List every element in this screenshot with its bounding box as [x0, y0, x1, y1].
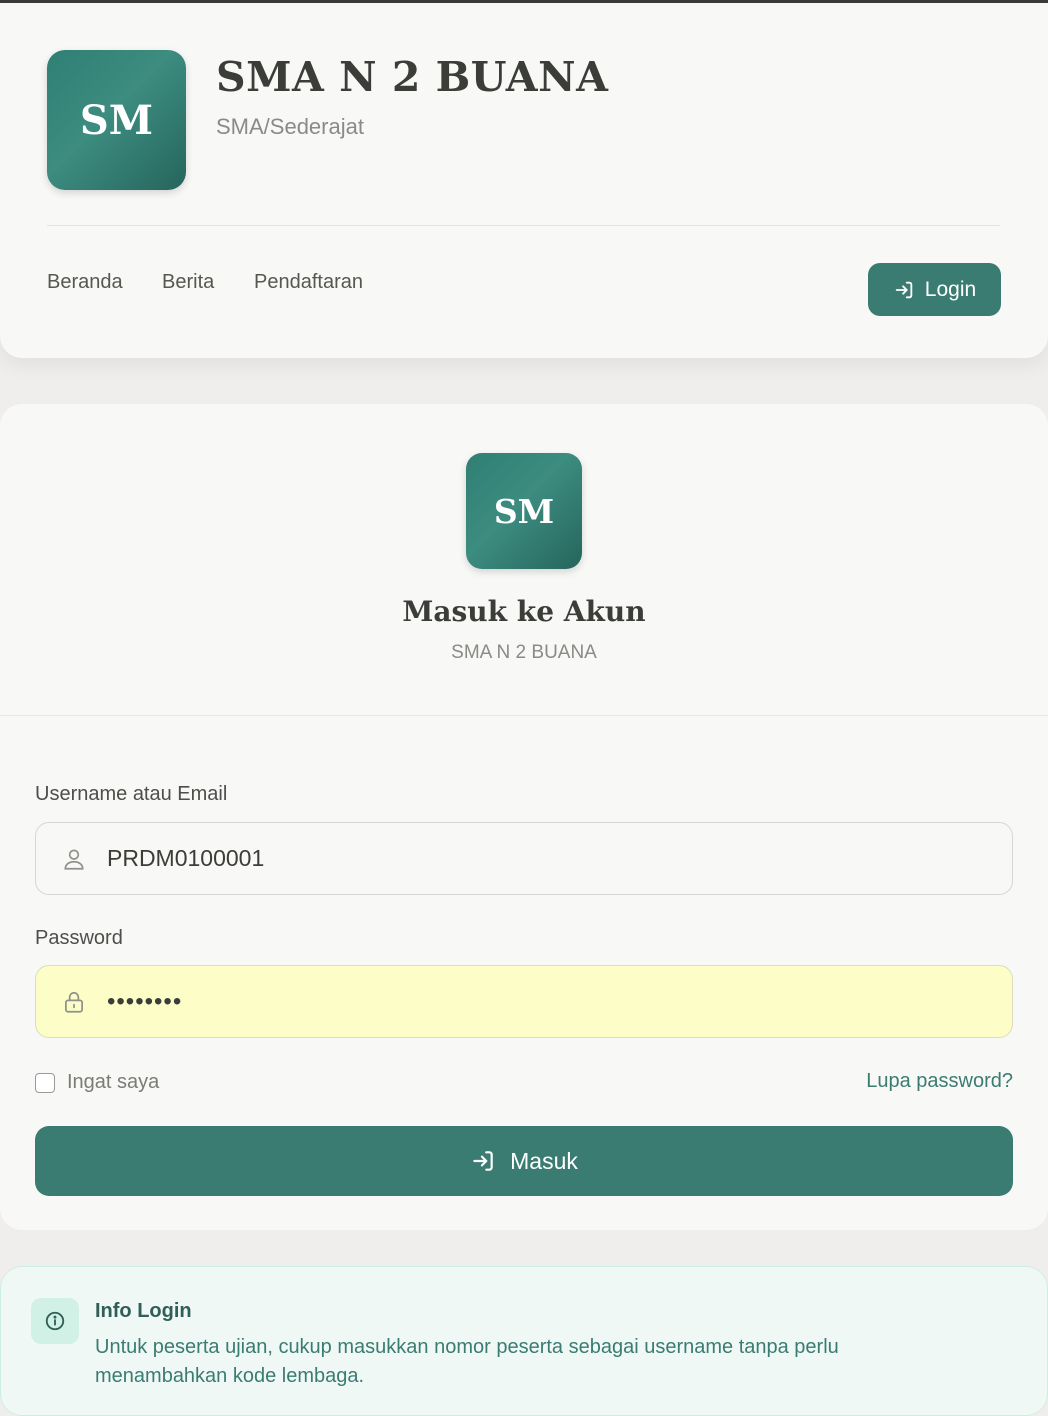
nav-beranda[interactable]: Beranda — [47, 271, 123, 294]
password-value: •••••••• — [107, 987, 183, 1015]
login-icon — [895, 281, 913, 298]
password-label: Password — [35, 927, 123, 949]
remember-me[interactable]: Ingat saya — [35, 1071, 159, 1094]
user-icon — [64, 848, 84, 870]
login-card: SM Masuk ke Akun SMA N 2 BUANA Username … — [0, 404, 1048, 1230]
site-header: SM SMA N 2 BUANA SMA/Sederajat Beranda B… — [0, 0, 1048, 358]
lock-icon — [65, 991, 83, 1013]
info-icon-box — [31, 1298, 79, 1344]
username-value: PRDM0100001 — [107, 845, 265, 871]
login-icon — [473, 1151, 493, 1171]
nav-pendaftaran[interactable]: Pendaftaran — [254, 271, 363, 294]
info-icon — [45, 1311, 65, 1331]
forgot-password-link[interactable]: Lupa password? — [866, 1070, 1013, 1093]
login-subtitle: SMA N 2 BUANA — [451, 642, 597, 663]
header-login-label: Login — [924, 277, 977, 301]
info-title: Info Login — [95, 1300, 192, 1322]
info-text: Untuk peserta ujian, cukup masukkan nomo… — [95, 1336, 839, 1387]
header-divider — [47, 225, 1000, 226]
card-logo-text: SM — [493, 491, 555, 531]
school-type: SMA/Sederajat — [216, 114, 364, 139]
submit-button[interactable]: Masuk — [35, 1126, 1013, 1196]
school-name: SMA N 2 BUANA — [216, 53, 609, 101]
remember-label: Ingat saya — [67, 1071, 160, 1093]
card-logo: SM — [466, 453, 582, 569]
nav-berita[interactable]: Berita — [162, 271, 214, 294]
password-input[interactable]: •••••••• — [35, 965, 1013, 1038]
school-logo[interactable]: SM — [47, 50, 186, 190]
info-box: Info Login Untuk peserta ujian, cukup ma… — [0, 1266, 1048, 1416]
login-title: Masuk ke Akun — [402, 595, 646, 628]
username-input[interactable]: PRDM0100001 — [35, 822, 1013, 895]
school-logo-text: SM — [79, 96, 154, 144]
remember-checkbox[interactable] — [35, 1072, 55, 1093]
card-divider — [0, 715, 1048, 716]
header-login-button[interactable]: Login — [868, 263, 1001, 316]
username-label: Username atau Email — [35, 783, 228, 805]
submit-label: Masuk — [510, 1147, 578, 1174]
